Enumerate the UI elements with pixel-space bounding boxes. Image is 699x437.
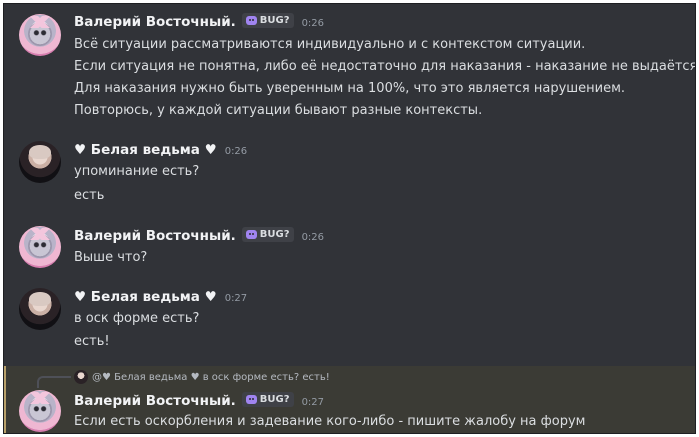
message-line: Выше что? [74, 250, 148, 265]
user-avatar-icon[interactable] [19, 226, 61, 268]
reply-connector [37, 376, 71, 388]
message-line: в оск форме есть? [74, 311, 200, 326]
message-line: Всё ситуации рассматриваются индивидуаль… [74, 37, 586, 52]
bot-face-icon [245, 16, 257, 25]
username[interactable]: ♥ Белая ведьма ♥ [74, 142, 217, 158]
message-line: Повторюсь, у каждой ситуации бывают разн… [74, 103, 483, 118]
timestamp[interactable]: 0:26 [302, 18, 324, 29]
message-line: есть [74, 188, 105, 203]
reply-avatar-icon [74, 370, 88, 384]
tag-label: BUG? [259, 394, 290, 405]
mention-highlight-bar [4, 366, 6, 433]
tag-label: BUG? [259, 15, 290, 26]
bot-face-icon [245, 395, 257, 404]
timestamp[interactable]: 0:27 [225, 293, 247, 304]
bot-face-icon [245, 230, 257, 239]
message-header: Валерий Восточный. BUG? 0:27 [74, 392, 324, 409]
timestamp[interactable]: 0:26 [225, 146, 247, 157]
tag-label: BUG? [259, 229, 290, 240]
message-line: упоминание есть? [74, 164, 200, 179]
chat-log: Валерий Восточный. BUG? 0:26 Всё ситуаци… [3, 3, 696, 434]
message-header: ♥ Белая ведьма ♥ 0:26 [74, 142, 247, 158]
highlighted-message: @♥ Белая ведьма ♥ в оск форме есть? есть… [4, 366, 695, 433]
user-avatar-icon[interactable] [19, 14, 61, 56]
user-avatar-icon[interactable] [19, 141, 61, 183]
server-tag[interactable]: BUG? [241, 13, 294, 28]
timestamp[interactable]: 0:26 [302, 232, 324, 243]
timestamp[interactable]: 0:27 [302, 397, 324, 408]
username[interactable]: Валерий Восточный. [74, 228, 236, 244]
message-header: Валерий Восточный. BUG? 0:26 [74, 13, 324, 30]
username[interactable]: Валерий Восточный. [74, 393, 236, 409]
message-line: есть! [74, 334, 110, 349]
message-header: Валерий Восточный. BUG? 0:26 [74, 227, 324, 244]
message-header: ♥ Белая ведьма ♥ 0:27 [74, 289, 247, 305]
reply-preview: @♥ Белая ведьма ♥ в оск форме есть? есть… [92, 371, 330, 383]
server-tag[interactable]: BUG? [241, 392, 294, 407]
user-avatar-icon[interactable] [19, 390, 61, 432]
message-line: Для наказания нужно быть уверенным на 10… [74, 81, 626, 96]
username[interactable]: Валерий Восточный. [74, 14, 236, 30]
message-line: Если ситуация не понятна, либо её недост… [74, 59, 696, 74]
user-avatar-icon[interactable] [19, 288, 61, 330]
message-line: Если есть оскорбления и задевание кого-л… [74, 414, 586, 429]
username[interactable]: ♥ Белая ведьма ♥ [74, 289, 217, 305]
reply-reference[interactable]: @♥ Белая ведьма ♥ в оск форме есть? есть… [74, 370, 330, 384]
server-tag[interactable]: BUG? [241, 227, 294, 242]
